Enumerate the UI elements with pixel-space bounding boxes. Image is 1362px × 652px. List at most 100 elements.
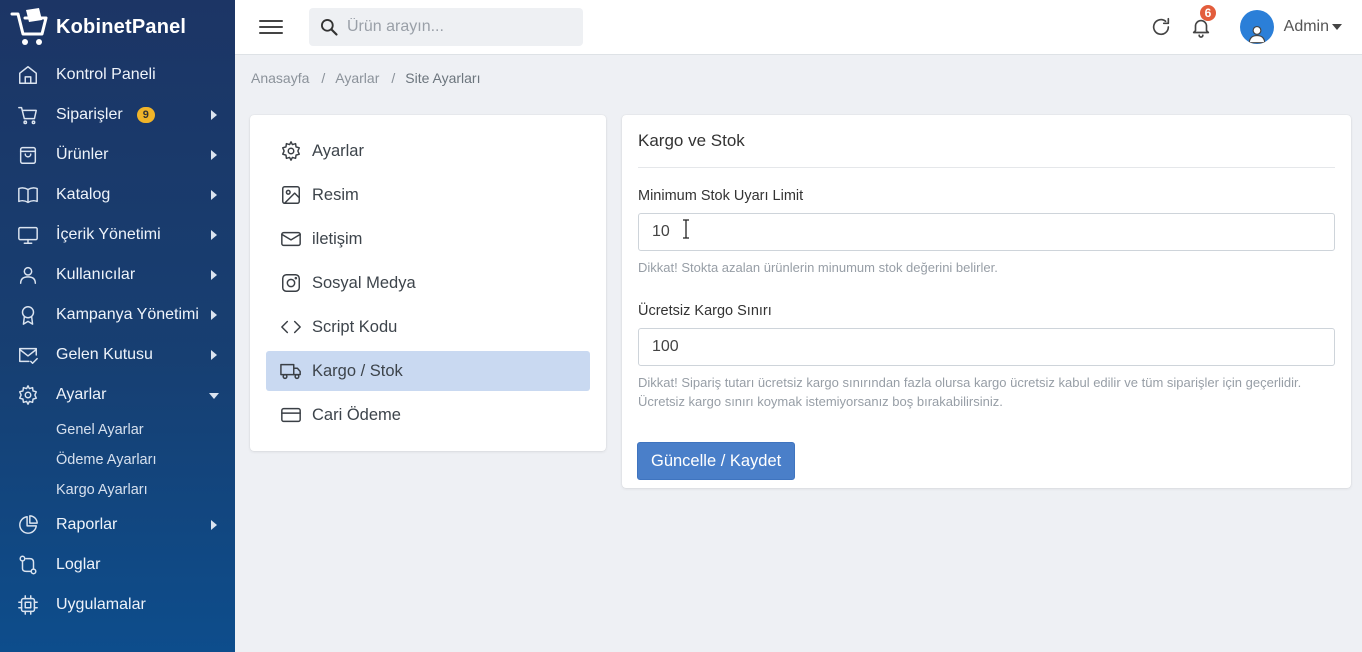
subnav-item-shipping-settings[interactable]: Kargo Ayarları	[0, 475, 235, 505]
sidebar-item-apps[interactable]: Uygulamalar	[0, 585, 235, 625]
chevron-right-icon	[211, 190, 217, 200]
sidebar-item-label: Raporlar	[56, 516, 118, 533]
sidebar-item-reports[interactable]: Raporlar	[0, 505, 235, 545]
sidebar-item-label: Kontrol Paneli	[56, 66, 156, 83]
chevron-down-icon	[209, 393, 219, 399]
subnav-item-payment-settings[interactable]: Ödeme Ayarları	[0, 445, 235, 475]
chevron-right-icon	[211, 110, 217, 120]
search-icon	[321, 19, 338, 36]
cart-icon	[0, 104, 56, 126]
gear-icon	[280, 140, 306, 162]
sidebar-item-catalog[interactable]: Katalog	[0, 175, 235, 215]
truck-icon	[280, 360, 306, 382]
min-stock-input[interactable]	[638, 213, 1335, 251]
sidebar-item-label: Ürünler	[56, 146, 109, 163]
sidebar-item-label: Siparişler	[56, 106, 123, 123]
settings-item-shipping-stock[interactable]: Kargo / Stok	[266, 351, 590, 391]
pie-chart-icon	[0, 514, 56, 536]
code-icon	[280, 316, 306, 338]
sidebar-item-settings[interactable]: Ayarlar	[0, 375, 235, 415]
chevron-right-icon	[211, 350, 217, 360]
chevron-right-icon	[211, 270, 217, 280]
sidebar-item-users[interactable]: Kullanıcılar	[0, 255, 235, 295]
chevron-right-icon	[211, 310, 217, 320]
image-icon	[280, 184, 306, 206]
mail-check-icon	[0, 344, 56, 366]
settings-item-label: iletişim	[312, 229, 363, 248]
orders-count-badge: 9	[136, 107, 155, 123]
refresh-icon[interactable]	[1150, 16, 1172, 38]
subnav-item-general-settings[interactable]: Genel Ayarlar	[0, 415, 235, 445]
user-avatar-icon	[1248, 25, 1265, 44]
free-shipping-input[interactable]	[638, 328, 1335, 366]
settings-item-script[interactable]: Script Kodu	[266, 307, 590, 347]
book-icon	[0, 184, 56, 206]
home-icon	[0, 64, 56, 86]
settings-menu-card: Ayarlar Resim iletişim Sosyal Medya Scri…	[250, 115, 606, 451]
chevron-right-icon	[211, 150, 217, 160]
monitor-icon	[0, 224, 56, 246]
search-input[interactable]	[347, 18, 567, 36]
free-shipping-label: Ücretsiz Kargo Sınırı	[638, 303, 772, 319]
settings-item-label: Script Kodu	[312, 317, 398, 336]
chevron-right-icon	[211, 520, 217, 530]
search-box[interactable]	[309, 8, 583, 46]
sidebar-item-inbox[interactable]: Gelen Kutusu	[0, 335, 235, 375]
settings-item-image[interactable]: Resim	[266, 175, 590, 215]
settings-item-general[interactable]: Ayarlar	[266, 131, 590, 171]
sidebar-item-content[interactable]: İçerik Yönetimi	[0, 215, 235, 255]
shipping-stock-form-card: Kargo ve Stok Minimum Stok Uyarı Limit D…	[622, 115, 1351, 488]
save-button[interactable]: Güncelle / Kaydet	[637, 442, 796, 480]
breadcrumb: Anasayfa / Ayarlar / Site Ayarları	[251, 70, 480, 86]
sidebar-item-label: Ayarlar	[56, 386, 107, 403]
sidebar-item-label: Kullanıcılar	[56, 266, 136, 283]
breadcrumb-current: Site Ayarları	[405, 70, 481, 86]
topbar-actions: 6 Admin	[1150, 5, 1342, 44]
form-title: Kargo ve Stok	[638, 131, 1335, 168]
breadcrumb-settings[interactable]: Ayarlar	[335, 70, 379, 86]
breadcrumb-separator: /	[391, 70, 396, 86]
instagram-icon	[280, 272, 306, 294]
breadcrumb-home[interactable]: Anasayfa	[251, 70, 309, 86]
user-icon	[0, 264, 56, 286]
sidebar-item-label: Uygulamalar	[56, 596, 146, 613]
sidebar-item-logs[interactable]: Loglar	[0, 545, 235, 585]
settings-item-label: Ayarlar	[312, 141, 364, 160]
breadcrumb-separator: /	[321, 70, 326, 86]
text-cursor-icon	[683, 219, 689, 239]
sidebar-nav: Kontrol Paneli Siparişler 9 Ürünler Kata…	[0, 55, 235, 415]
notifications-count-badge: 6	[1199, 5, 1217, 21]
topbar: 6 Admin	[235, 0, 1362, 55]
avatar[interactable]	[1239, 10, 1274, 44]
free-shipping-help: Dikkat! Sipariş tutarı ücretsiz kargo sı…	[638, 375, 1302, 409]
sidebar: KobinetPanel Kontrol Paneli Siparişler 9…	[0, 0, 235, 652]
settings-item-social[interactable]: Sosyal Medya	[266, 263, 590, 303]
sidebar-item-products[interactable]: Ürünler	[0, 135, 235, 175]
sidebar-item-campaigns[interactable]: Kampanya Yönetimi	[0, 295, 235, 335]
sidebar-item-label: Katalog	[56, 186, 111, 203]
mail-icon	[280, 228, 306, 250]
settings-item-label: Kargo / Stok	[312, 361, 403, 380]
menu-toggle-icon[interactable]	[259, 16, 283, 38]
sidebar-item-label: İçerik Yönetimi	[56, 226, 161, 243]
brand-name: KobinetPanel	[56, 16, 187, 38]
settings-menu: Ayarlar Resim iletişim Sosyal Medya Scri…	[266, 131, 590, 435]
cart-logo-icon	[8, 6, 50, 50]
caret-down-icon[interactable]	[1332, 24, 1342, 30]
notifications-button[interactable]: 6	[1190, 5, 1217, 38]
sidebar-item-orders[interactable]: Siparişler 9	[0, 95, 235, 135]
settings-item-label: Cari Ödeme	[312, 405, 401, 424]
award-icon	[0, 304, 56, 326]
user-name[interactable]: Admin	[1284, 18, 1329, 36]
sidebar-item-dashboard[interactable]: Kontrol Paneli	[0, 55, 235, 95]
min-stock-label: Minimum Stok Uyarı Limit	[638, 188, 804, 204]
bag-icon	[0, 144, 56, 166]
settings-item-payment[interactable]: Cari Ödeme	[266, 395, 590, 435]
credit-card-icon	[280, 404, 306, 426]
min-stock-help: Dikkat! Stokta azalan ürünlerin minumum …	[638, 260, 998, 275]
sidebar-item-label: Loglar	[56, 556, 101, 573]
settings-item-contact[interactable]: iletişim	[266, 219, 590, 259]
brand[interactable]: KobinetPanel	[0, 0, 235, 55]
gear-icon	[0, 384, 56, 406]
settings-subnav: Genel Ayarlar Ödeme Ayarları Kargo Ayarl…	[0, 415, 235, 505]
